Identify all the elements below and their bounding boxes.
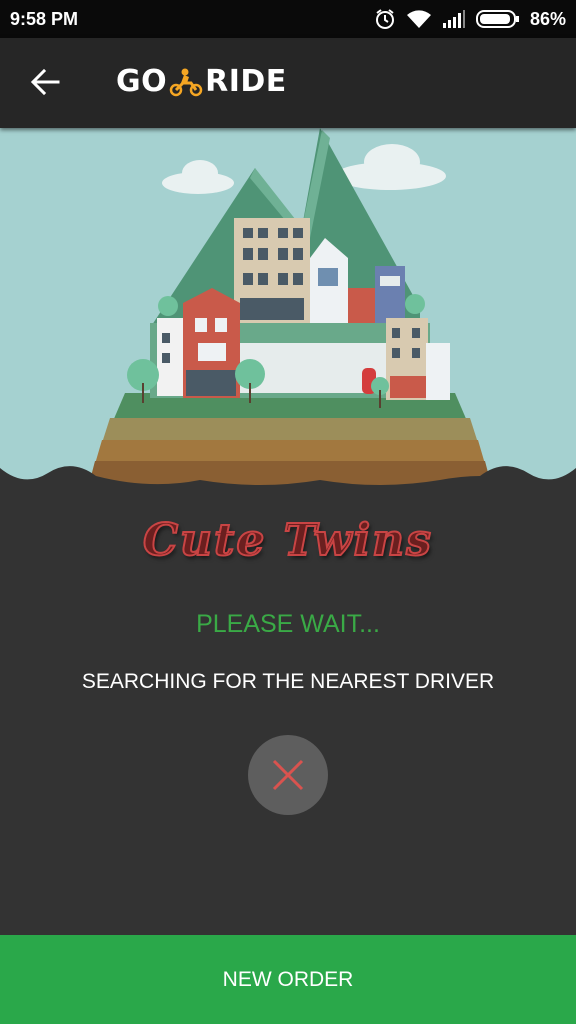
battery-icon <box>475 10 519 28</box>
cancel-button[interactable] <box>248 735 328 815</box>
back-button[interactable] <box>22 58 70 106</box>
wifi-icon <box>406 10 431 28</box>
status-bar: 9:58 PM 86% <box>0 0 576 38</box>
app-bar: GO RIDE <box>0 38 576 128</box>
brand-left: GO <box>116 64 168 99</box>
battery-percent: 86% <box>529 8 566 29</box>
logo-text: Cute Twins <box>142 514 433 567</box>
brand-logo: GO RIDE <box>116 64 287 99</box>
new-order-button[interactable]: NEW ORDER <box>0 935 576 1024</box>
please-wait-text: PLEASE WAIT... <box>196 610 380 638</box>
alarm-icon <box>375 9 394 29</box>
signal-icon <box>442 10 465 28</box>
status-icons: 86% <box>374 7 566 31</box>
status-time: 9:58 PM <box>10 9 79 29</box>
motorbike-icon <box>169 68 203 96</box>
searching-driver-text: SEARCHING FOR THE NEAREST DRIVER <box>81 670 495 693</box>
arrow-left-icon <box>30 68 60 96</box>
close-icon <box>272 759 304 791</box>
city-illustration <box>0 128 576 488</box>
brand-right: RIDE <box>205 64 287 99</box>
